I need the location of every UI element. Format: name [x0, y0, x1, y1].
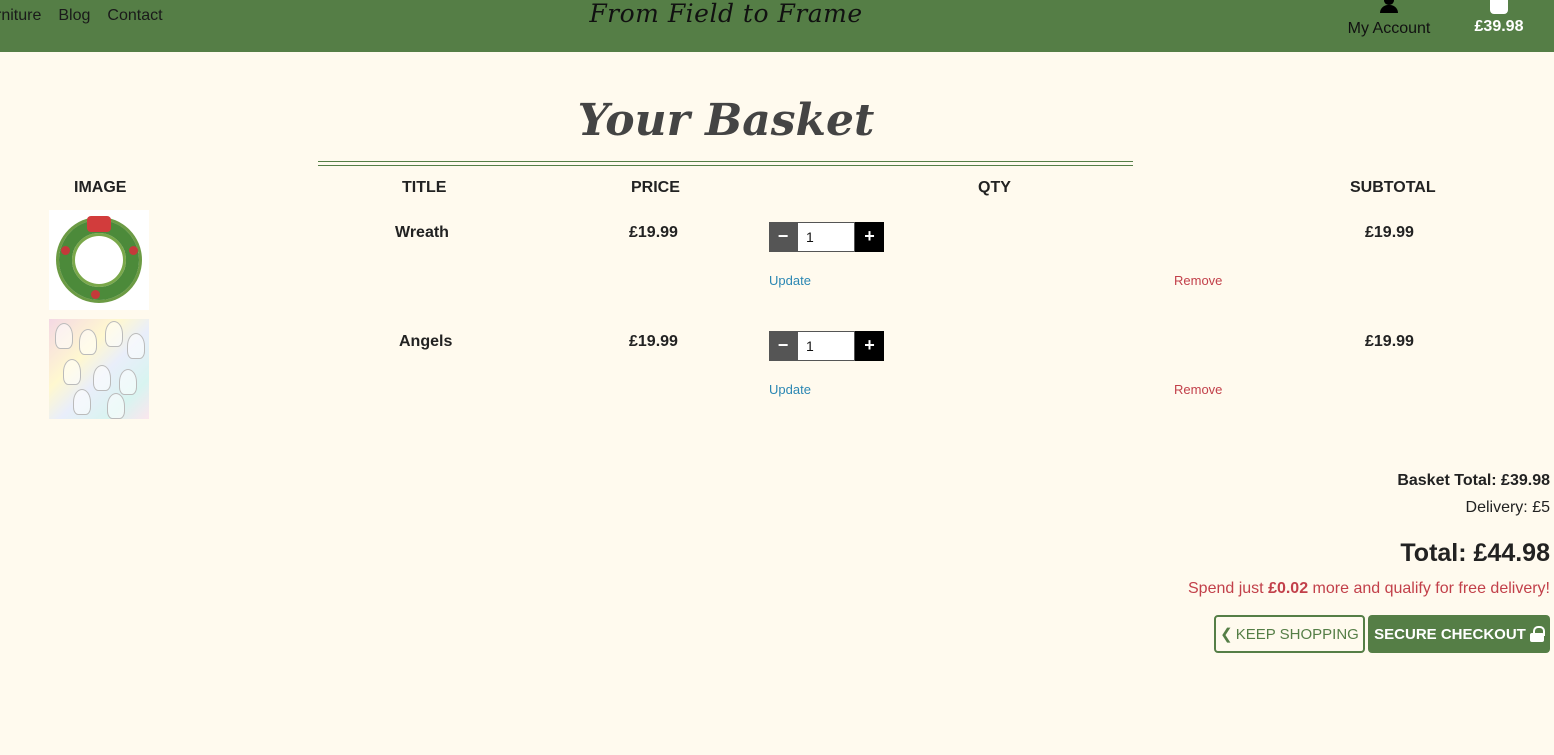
- product-subtotal: £19.99: [1365, 333, 1414, 350]
- user-icon: [1378, 0, 1400, 16]
- wreath-bow: [87, 216, 111, 232]
- angel-figure: [73, 389, 91, 415]
- update-link[interactable]: Update: [769, 382, 811, 397]
- increment-button[interactable]: +: [855, 222, 884, 252]
- product-price: £19.99: [629, 224, 678, 241]
- shopping-bag-icon: [1490, 0, 1508, 14]
- wreath-berry: [129, 246, 138, 255]
- column-header-qty: QTY: [978, 179, 1011, 196]
- grand-total: Total: £44.98: [1400, 539, 1550, 567]
- keep-shopping-label: KEEP SHOPPING: [1235, 625, 1359, 643]
- quantity-input[interactable]: [797, 222, 855, 252]
- column-header-subtotal: SUBTOTAL: [1350, 179, 1436, 196]
- wreath-berry: [61, 246, 70, 255]
- free-delivery-notice: Spend just £0.02 more and qualify for fr…: [1188, 580, 1550, 598]
- column-header-title: TITLE: [402, 179, 447, 196]
- free-delivery-suffix: more and qualify for free delivery!: [1308, 580, 1550, 597]
- quantity-stepper: − +: [769, 331, 884, 361]
- column-header-price: PRICE: [631, 179, 680, 196]
- decrement-button[interactable]: −: [769, 222, 797, 252]
- brand-logo[interactable]: From Field to Frame: [0, 0, 1452, 28]
- decrement-button[interactable]: −: [769, 331, 797, 361]
- angel-figure: [93, 365, 111, 391]
- column-header-image: IMAGE: [74, 179, 127, 196]
- wreath-graphic: [59, 220, 139, 300]
- quantity-input[interactable]: [797, 331, 855, 361]
- product-title: Wreath: [395, 224, 449, 241]
- remove-link[interactable]: Remove: [1174, 382, 1222, 397]
- lock-icon: [1529, 626, 1545, 642]
- cart-total: £39.98: [1474, 18, 1524, 35]
- secure-checkout-button[interactable]: SECURE CHECKOUT: [1368, 615, 1550, 653]
- increment-button[interactable]: +: [855, 331, 884, 361]
- delivery-cost: Delivery: £5: [1465, 499, 1550, 516]
- product-price: £19.99: [629, 333, 678, 350]
- remove-link[interactable]: Remove: [1174, 273, 1222, 288]
- basket-link[interactable]: £39.98: [1466, 0, 1532, 36]
- product-title: Angels: [399, 333, 453, 350]
- free-delivery-prefix: Spend just: [1188, 580, 1269, 597]
- wreath-berry: [91, 290, 100, 299]
- angel-figure: [119, 369, 137, 395]
- page-title: Your Basket: [577, 95, 875, 146]
- angel-figure: [79, 329, 97, 355]
- chevron-left-icon: ❮: [1220, 626, 1233, 643]
- angel-figure: [107, 393, 125, 419]
- update-link[interactable]: Update: [769, 273, 811, 288]
- my-account-label: My Account: [1347, 20, 1431, 37]
- quantity-stepper: − +: [769, 222, 884, 252]
- angel-figure: [105, 321, 123, 347]
- basket-total: Basket Total: £39.98: [1397, 472, 1550, 489]
- free-delivery-amount: £0.02: [1268, 580, 1309, 597]
- keep-shopping-button[interactable]: ❮ KEEP SHOPPING: [1214, 615, 1365, 653]
- top-navbar: rniture Blog Contact From Field to Frame…: [0, 0, 1554, 52]
- angel-figure: [63, 359, 81, 385]
- angel-figure: [55, 323, 73, 349]
- product-image-wreath[interactable]: [49, 210, 149, 310]
- title-divider: [318, 161, 1133, 166]
- secure-checkout-label: SECURE CHECKOUT: [1374, 625, 1526, 643]
- angel-figure: [127, 333, 145, 359]
- product-image-angels[interactable]: [49, 319, 149, 419]
- product-subtotal: £19.99: [1365, 224, 1414, 241]
- my-account-link[interactable]: My Account: [1342, 0, 1436, 38]
